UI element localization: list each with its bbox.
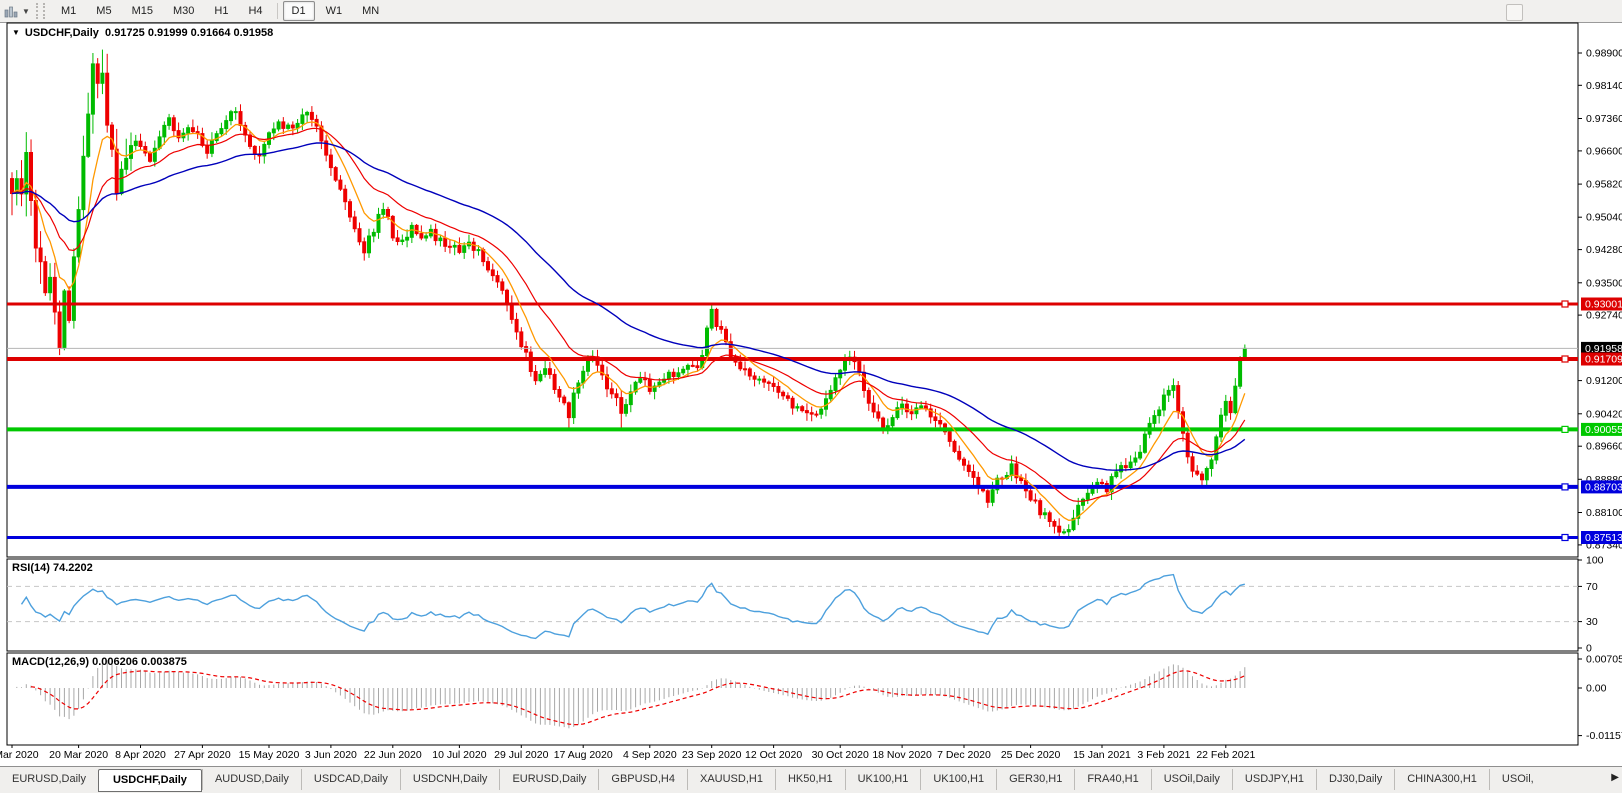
macd-panel-frame <box>7 653 1578 745</box>
date-tick-label: 12 Oct 2020 <box>745 749 802 761</box>
ohlc-low: 0.91664 <box>191 27 231 39</box>
macd-tick-label: -0.011573 <box>1586 730 1622 742</box>
price-flag-0.87513: 0.87513 <box>1581 531 1622 544</box>
macd-tick-label: 0.00 <box>1586 683 1607 695</box>
date-tick-label: 27 Apr 2020 <box>174 749 231 761</box>
hline-handle[interactable] <box>1562 484 1568 490</box>
date-tick-label: 30 Oct 2020 <box>812 749 869 761</box>
symbol-tab-usoil-[interactable]: USOil, <box>1489 769 1546 790</box>
macd-tick-label: 0.007053 <box>1586 654 1622 666</box>
hline-handle[interactable] <box>1562 356 1568 362</box>
date-tick-label: 17 Aug 2020 <box>554 749 613 761</box>
svg-text:0.87513: 0.87513 <box>1585 532 1622 544</box>
rsi-panel-frame <box>7 559 1578 651</box>
symbol-tab-usdcad-daily[interactable]: USDCAD,Daily <box>301 769 400 790</box>
svg-text:0.88703: 0.88703 <box>1585 481 1622 493</box>
price-tick-label: 0.98140 <box>1586 80 1622 92</box>
ohlc-high: 0.91999 <box>148 27 188 39</box>
price-tick-label: 0.91200 <box>1586 375 1622 387</box>
symbol-tab-bar: EURUSD,DailyUSDCHF,DailyAUDUSD,DailyUSDC… <box>0 766 1622 793</box>
symbol-tab-china300-h1[interactable]: CHINA300,H1 <box>1394 769 1489 790</box>
price-tick-label: 0.93500 <box>1586 277 1622 289</box>
rsi-tick-label: 70 <box>1586 581 1598 593</box>
collapse-triangle-icon[interactable]: ▼ <box>12 28 20 37</box>
symbol-tab-dj30-daily[interactable]: DJ30,Daily <box>1316 769 1394 790</box>
price-tick-label: 0.88100 <box>1586 507 1622 519</box>
hline-handle[interactable] <box>1562 535 1568 541</box>
mt4-window: ▼ M1M5M15M30H1H4D1W1MN 0.989000.981400.9… <box>0 0 1622 793</box>
date-tick-label: 25 Dec 2020 <box>1001 749 1061 761</box>
date-tick-label: 7 Dec 2020 <box>937 749 991 761</box>
date-tick-label: 2 Mar 2020 <box>0 749 39 761</box>
price-tick-label: 0.95040 <box>1586 212 1622 224</box>
ohlc-open: 0.91725 <box>105 27 145 39</box>
symbol-tab-fra40-h1[interactable]: FRA40,H1 <box>1074 769 1150 790</box>
rsi-tick-label: 100 <box>1586 555 1604 567</box>
svg-text:0.93001: 0.93001 <box>1585 299 1622 311</box>
price-tick-label: 0.89660 <box>1586 441 1622 453</box>
price-tick-label: 0.92740 <box>1586 310 1622 322</box>
price-flag-0.91709: 0.91709 <box>1581 353 1622 366</box>
hline-handle[interactable] <box>1562 301 1568 307</box>
price-flag-0.90055: 0.90055 <box>1581 423 1622 436</box>
date-tick-label: 22 Feb 2021 <box>1196 749 1255 761</box>
svg-text:0.90055: 0.90055 <box>1585 424 1622 436</box>
symbol-label: USDCHF,Daily <box>25 27 99 39</box>
date-tick-label: 3 Feb 2021 <box>1137 749 1190 761</box>
tab-scroll-right-icon[interactable]: ▶ <box>1611 772 1619 783</box>
price-tick-label: 0.96600 <box>1586 145 1622 157</box>
date-tick-label: 8 Apr 2020 <box>115 749 166 761</box>
symbol-tab-eurusd-daily[interactable]: EURUSD,Daily <box>0 769 98 790</box>
symbol-tab-uk100-h1[interactable]: UK100,H1 <box>920 769 996 790</box>
rsi-tick-label: 30 <box>1586 616 1598 628</box>
date-tick-label: 15 May 2020 <box>239 749 300 761</box>
price-tick-label: 0.94280 <box>1586 244 1622 256</box>
chart-canvas[interactable]: 0.98900 0.98140 0.97360 0.96600 0.95820 0.950… <box>0 0 1622 793</box>
symbol-tab-ger30-h1[interactable]: GER30,H1 <box>996 769 1074 790</box>
date-tick-label: 3 Jun 2020 <box>305 749 357 761</box>
date-tick-label: 22 Jun 2020 <box>364 749 422 761</box>
symbol-tab-hk50-h1[interactable]: HK50,H1 <box>775 769 845 790</box>
symbol-tab-xauusd-h1[interactable]: XAUUSD,H1 <box>687 769 775 790</box>
price-flag-0.93001: 0.93001 <box>1581 298 1622 311</box>
symbol-tab-usdcnh-daily[interactable]: USDCNH,Daily <box>400 769 500 790</box>
symbol-tab-uk100-h1[interactable]: UK100,H1 <box>845 769 921 790</box>
symbol-tab-usoil-daily[interactable]: USOil,Daily <box>1151 769 1232 790</box>
date-tick-label: 15 Jan 2021 <box>1073 749 1131 761</box>
symbol-tab-usdjpy-h1[interactable]: USDJPY,H1 <box>1232 769 1316 790</box>
rsi-indicator-label: RSI(14) 74.2202 <box>12 562 93 574</box>
price-tick-label: 0.97360 <box>1586 113 1622 125</box>
date-tick-label: 29 Jul 2020 <box>494 749 548 761</box>
price-tick-label: 0.95820 <box>1586 179 1622 191</box>
svg-text:0.91709: 0.91709 <box>1585 354 1622 366</box>
date-tick-label: 20 Mar 2020 <box>49 749 108 761</box>
price-tick-label: 0.98900 <box>1586 48 1622 60</box>
date-tick-label: 10 Jul 2020 <box>432 749 486 761</box>
ohlc-close: 0.91958 <box>234 27 274 39</box>
hline-handle[interactable] <box>1562 426 1568 432</box>
symbol-tab-eurusd-daily[interactable]: EURUSD,Daily <box>499 769 598 790</box>
symbol-tab-audusd-daily[interactable]: AUDUSD,Daily <box>202 769 301 790</box>
symbol-tab-usdchf-daily[interactable]: USDCHF,Daily <box>98 769 202 792</box>
symbol-tab-gbpusd-h4[interactable]: GBPUSD,H4 <box>598 769 687 790</box>
date-tick-label: 4 Sep 2020 <box>623 749 677 761</box>
macd-indicator-label: MACD(12,26,9) 0.006206 0.003875 <box>12 656 187 668</box>
chart-title: ▼ USDCHF,Daily 0.91725 0.91999 0.91664 0.… <box>12 27 273 39</box>
price-flag-0.88703: 0.88703 <box>1581 480 1622 493</box>
date-tick-label: 18 Nov 2020 <box>872 749 932 761</box>
main-chart-frame <box>7 23 1578 557</box>
date-tick-label: 23 Sep 2020 <box>682 749 742 761</box>
price-tick-label: 0.90420 <box>1586 408 1622 420</box>
